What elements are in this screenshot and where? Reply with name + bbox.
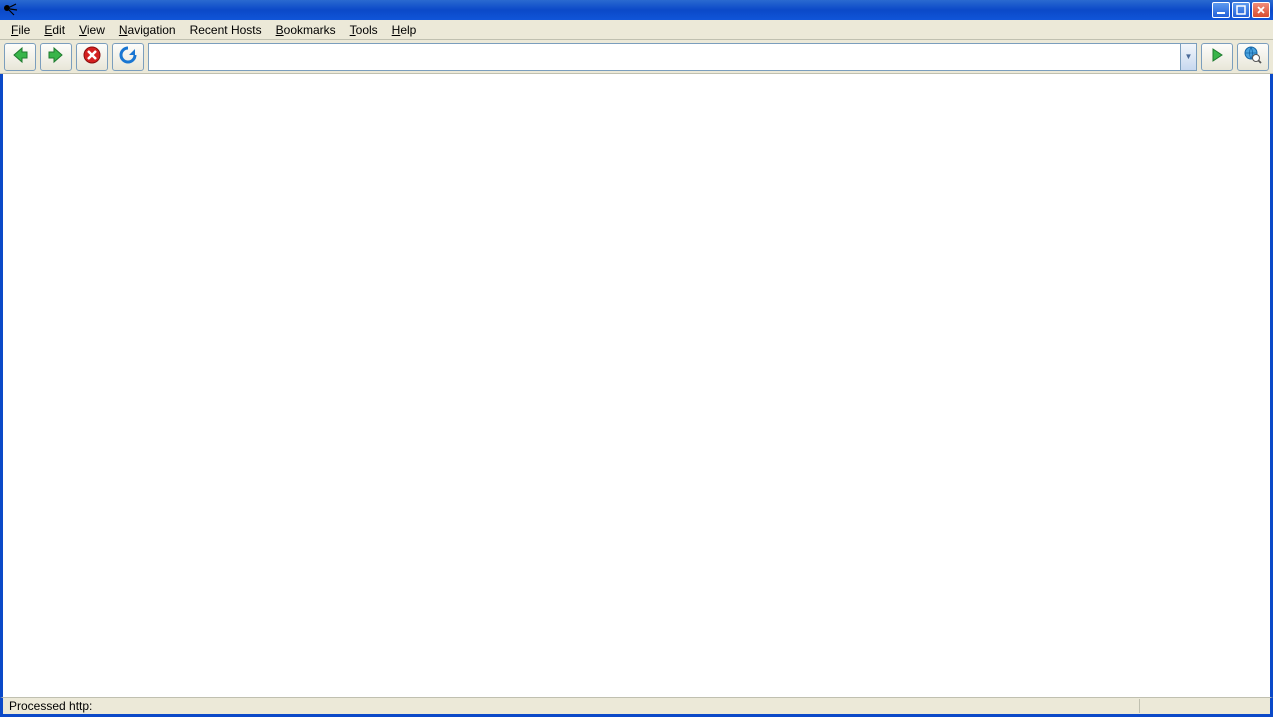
menu-tools[interactable]: Tools — [343, 22, 385, 38]
close-button[interactable] — [1252, 2, 1270, 18]
status-text: Processed http: — [3, 699, 1140, 713]
menu-view[interactable]: View — [72, 22, 112, 38]
go-button[interactable] — [1201, 43, 1233, 71]
minimize-button[interactable] — [1212, 2, 1230, 18]
address-bar: ▼ — [148, 43, 1197, 71]
menu-navigation[interactable]: Navigation — [112, 22, 183, 38]
forward-button[interactable] — [40, 43, 72, 71]
forward-arrow-icon — [46, 45, 66, 68]
menubar: File Edit View Navigation Recent Hosts B… — [0, 20, 1273, 40]
title-left — [2, 1, 20, 19]
back-arrow-icon — [10, 45, 30, 68]
globe-search-icon — [1243, 45, 1263, 68]
reload-button[interactable] — [112, 43, 144, 71]
maximize-button[interactable] — [1232, 2, 1250, 18]
stop-icon — [82, 45, 102, 68]
statusbar: Processed http: — [0, 697, 1273, 717]
back-button[interactable] — [4, 43, 36, 71]
titlebar[interactable] — [0, 0, 1273, 20]
app-window: File Edit View Navigation Recent Hosts B… — [0, 0, 1273, 717]
menu-help[interactable]: Help — [385, 22, 424, 38]
chevron-down-icon: ▼ — [1185, 52, 1193, 61]
toolbar: ▼ — [0, 40, 1273, 74]
play-icon — [1209, 47, 1225, 66]
content-area — [0, 74, 1273, 697]
app-icon — [2, 1, 20, 19]
address-input[interactable] — [149, 44, 1180, 70]
menu-edit[interactable]: Edit — [37, 22, 72, 38]
menu-file[interactable]: File — [4, 22, 37, 38]
search-web-button[interactable] — [1237, 43, 1269, 71]
reload-icon — [118, 45, 138, 68]
menu-recent-hosts[interactable]: Recent Hosts — [183, 22, 269, 38]
menu-bookmarks[interactable]: Bookmarks — [269, 22, 343, 38]
stop-button[interactable] — [76, 43, 108, 71]
address-dropdown-button[interactable]: ▼ — [1180, 44, 1196, 70]
window-controls — [1210, 2, 1270, 18]
